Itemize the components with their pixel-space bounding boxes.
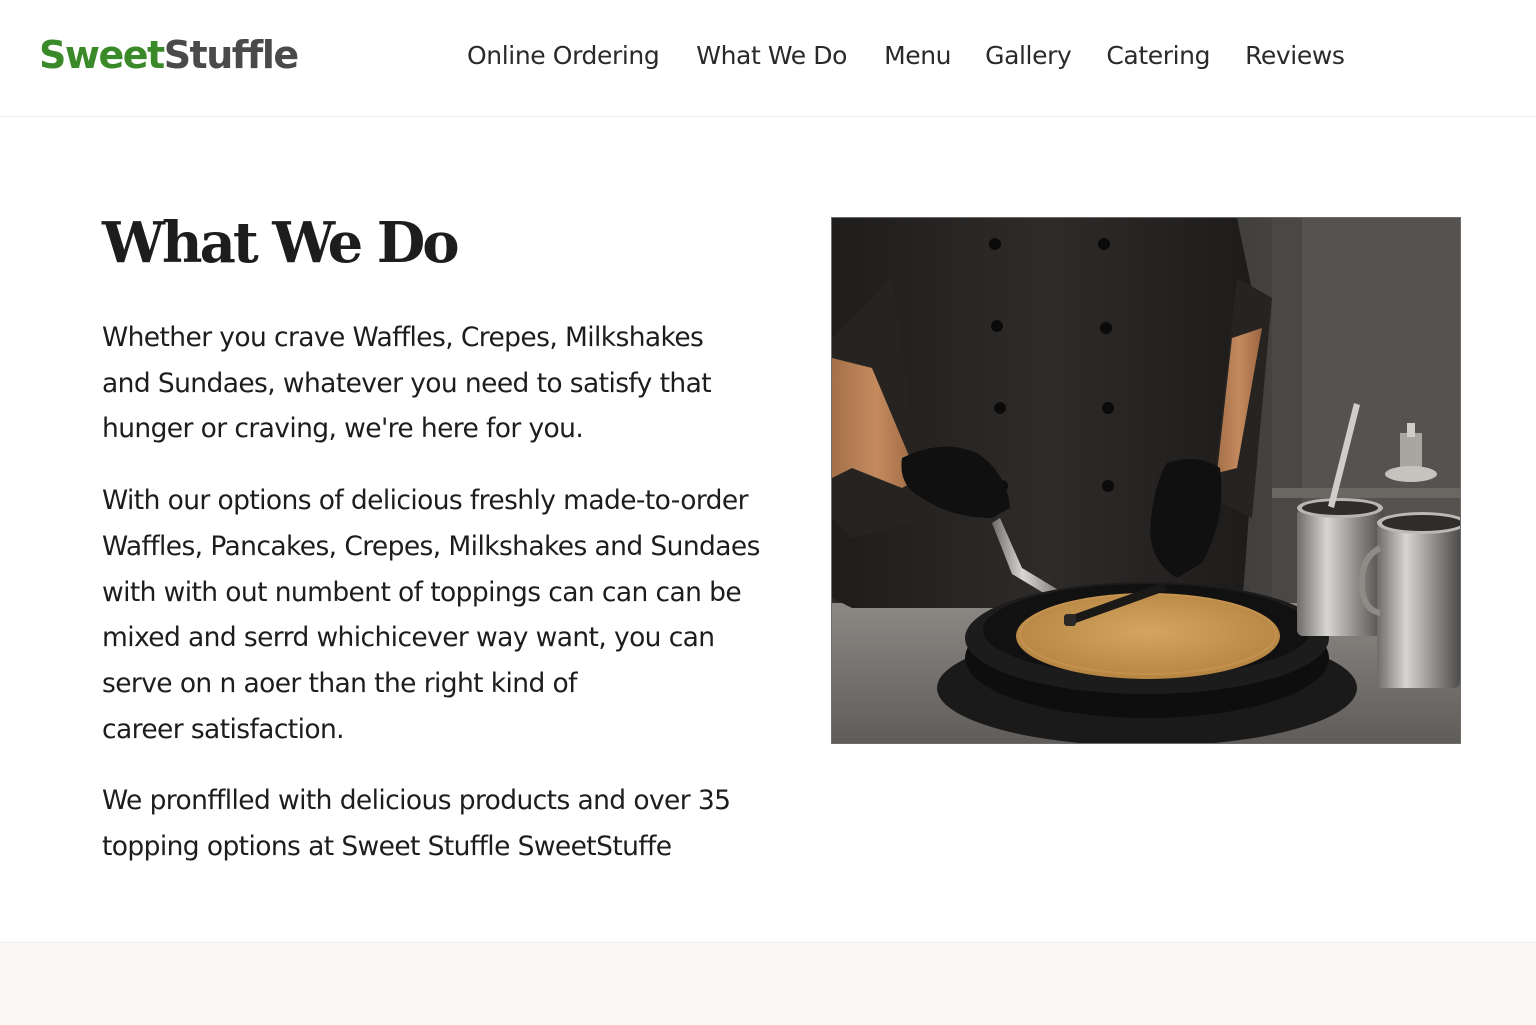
main-nav: Online Ordering What We Do Menu Gallery … — [467, 38, 1345, 74]
chef-crepe-illustration — [832, 218, 1460, 743]
paragraph-line: Whether you crave Waffles, Crepes, Milks… — [102, 322, 704, 353]
nav-what-we-do[interactable]: What We Do — [696, 38, 847, 74]
text-column: What We Do Whether you crave Waffles, Cr… — [102, 209, 802, 870]
what-we-do-section: What We Do Whether you crave Waffles, Cr… — [0, 117, 1536, 942]
logo-stuffle: Stuffle — [163, 33, 299, 77]
nav-catering[interactable]: Catering — [1106, 38, 1210, 74]
intro-paragraph: Whether you crave Waffles, Crepes, Milks… — [102, 315, 802, 452]
nav-menu[interactable]: Menu — [884, 38, 951, 74]
paragraph-line: hunger or craving, we're here for you. — [102, 413, 584, 445]
chef-crepe-photo — [831, 217, 1461, 744]
paragraph-line: topping options at Sweet Stuffle SweetSt… — [102, 831, 672, 863]
paragraph-line: We pronfflled with delicious products an… — [102, 785, 731, 817]
logo-sweet: Sweet — [39, 33, 165, 77]
paragraph-line: career satisfaction. — [102, 713, 345, 745]
site-logo[interactable]: SweetStuffle — [39, 30, 299, 80]
options-paragraph: With our options of delicious freshly ma… — [102, 478, 802, 752]
nav-reviews[interactable]: Reviews — [1245, 38, 1345, 74]
nav-gallery[interactable]: Gallery — [985, 38, 1072, 74]
paragraph-line: and Sundaes, whatever you need to satisf… — [102, 367, 712, 399]
paragraph-line: serve on n aoer than the right kind of — [102, 667, 577, 699]
page-title: What We Do — [102, 210, 460, 276]
paragraph-line: with with out numbent of toppings can ca… — [102, 576, 742, 608]
site-header: SweetStuffle Online Ordering What We Do … — [0, 0, 1536, 117]
nav-online-ordering[interactable]: Online Ordering — [467, 38, 660, 74]
paragraph-line: mixed and serrd whichicever way want, yo… — [102, 622, 715, 654]
paragraph-line: Waffles, Pancakes, Crepes, Milkshakes an… — [102, 530, 760, 562]
footer-band — [0, 942, 1536, 1025]
products-paragraph: We pronfflled with delicious products an… — [102, 778, 802, 869]
paragraph-line: With our options of delicious freshly ma… — [102, 485, 749, 517]
